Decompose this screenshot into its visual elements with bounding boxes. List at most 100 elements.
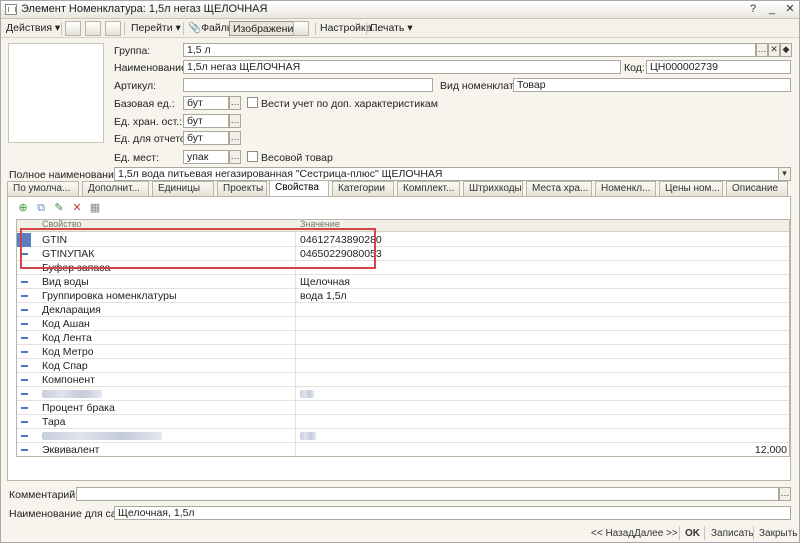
table-row[interactable]: Группировка номенклатуры вода 1,5л	[17, 289, 789, 303]
save-disk-icon[interactable]	[65, 21, 81, 36]
place-unit-field[interactable]: упак	[183, 150, 229, 164]
table-row[interactable]: Вид воды Щелочная	[17, 275, 789, 289]
tab-kits[interactable]: Комплект...	[397, 181, 460, 196]
window-title: Элемент Номенклатура: 1,5л негаз ЩЕЛОЧНА…	[21, 3, 268, 15]
actions-menu[interactable]: Действия ▾	[6, 21, 60, 36]
tab-units[interactable]: Единицы	[152, 181, 214, 196]
copy-row-icon[interactable]: ⧉	[34, 202, 48, 214]
site-name-field[interactable]: Щелочная, 1,5л	[114, 506, 791, 520]
table-row[interactable]	[17, 387, 789, 401]
value-cell[interactable]	[297, 415, 789, 429]
settings-grid-icon[interactable]: ▦	[88, 202, 102, 214]
tab-properties[interactable]: Свойства	[269, 180, 329, 196]
value-cell-redacted[interactable]	[297, 429, 789, 443]
delete-icon[interactable]: ✕	[70, 202, 84, 214]
group-field[interactable]: 1,5 л	[183, 43, 756, 57]
close-icon[interactable]: ✕	[783, 3, 797, 16]
window-icon	[5, 4, 17, 15]
toolbar-divider	[315, 22, 316, 35]
files-button[interactable]: 📎Файлы	[188, 21, 234, 36]
close-button[interactable]: Закрыть	[759, 528, 798, 539]
kind-field[interactable]: Товар	[513, 78, 791, 92]
storage-unit-select-button[interactable]: …	[229, 114, 241, 128]
tab-defaults[interactable]: По умолча...	[7, 181, 79, 196]
table-row[interactable]: Тара	[17, 415, 789, 429]
full-name-field[interactable]: 1,5л вода питьевая негазированная "Сестр…	[114, 167, 779, 181]
value-cell[interactable]: 12,000	[297, 443, 789, 456]
value-cell[interactable]: Щелочная	[297, 275, 789, 289]
storage-unit-field[interactable]: бут	[183, 114, 229, 128]
tab-categories[interactable]: Категории	[332, 181, 394, 196]
weight-checkbox[interactable]	[247, 151, 258, 162]
table-row[interactable]	[17, 429, 789, 443]
group-clear-icon[interactable]: ✕	[768, 43, 780, 57]
value-cell[interactable]	[297, 359, 789, 373]
table-row[interactable]: Процент брака	[17, 401, 789, 415]
toolbar-divider	[183, 22, 184, 35]
table-row[interactable]: Код Спар	[17, 359, 789, 373]
button-divider	[679, 526, 680, 540]
tab-additional[interactable]: Дополнит...	[82, 181, 149, 196]
help-icon[interactable]: ?	[746, 3, 760, 16]
table-row[interactable]: GTIN 04612743890280	[17, 233, 789, 247]
column-header-property: Свойство	[42, 219, 82, 229]
ok-button[interactable]: OK	[685, 528, 700, 539]
article-field[interactable]	[183, 78, 433, 92]
property-cell: Компонент	[34, 373, 296, 387]
base-unit-field[interactable]: бут	[183, 96, 229, 110]
comment-select-button[interactable]: …	[779, 487, 791, 501]
save-button[interactable]: Записать	[711, 528, 754, 539]
place-unit-select-button[interactable]: …	[229, 150, 241, 164]
base-unit-select-button[interactable]: …	[229, 96, 241, 110]
value-cell[interactable]: 04650229080053	[297, 247, 789, 261]
tab-storage-places[interactable]: Места хра...	[526, 181, 592, 196]
table-row[interactable]: GTINУПАК 04650229080053	[17, 247, 789, 261]
tab-projects[interactable]: Проекты	[217, 181, 267, 196]
table-row[interactable]: Код Лента	[17, 331, 789, 345]
value-cell[interactable]	[297, 345, 789, 359]
code-field[interactable]: ЦН000002739	[646, 60, 791, 74]
tab-prices[interactable]: Цены ном...	[659, 181, 723, 196]
value-cell[interactable]: 04612743890280	[297, 233, 789, 247]
value-cell-redacted[interactable]	[297, 387, 789, 401]
print-menu[interactable]: Печать ▾	[370, 21, 413, 36]
copy-icon[interactable]	[105, 21, 121, 36]
add-icon[interactable]: ⊕	[16, 202, 30, 214]
group-select-button[interactable]: …	[756, 43, 768, 57]
minimize-icon[interactable]: _	[765, 3, 779, 16]
edit-icon[interactable]: ✎	[52, 202, 66, 214]
tab-nomenclature[interactable]: Номенкл...	[595, 181, 656, 196]
table-row[interactable]: Компонент	[17, 373, 789, 387]
tab-description[interactable]: Описание	[726, 181, 788, 196]
property-cell: Группировка номенклатуры	[34, 289, 296, 303]
help-book-icon[interactable]	[293, 21, 309, 36]
table-row[interactable]: Декларация	[17, 303, 789, 317]
table-row[interactable]: Буфер запаса	[17, 261, 789, 275]
button-divider	[704, 526, 705, 540]
value-cell[interactable]	[297, 317, 789, 331]
table-row[interactable]: Код Метро	[17, 345, 789, 359]
back-button[interactable]: << Назад	[591, 528, 634, 539]
value-cell[interactable]	[297, 331, 789, 345]
row-marker	[21, 449, 28, 451]
view-icon[interactable]	[85, 21, 101, 36]
value-cell[interactable]: вода 1,5л	[297, 289, 789, 303]
report-unit-select-button[interactable]: …	[229, 131, 241, 145]
goto-menu[interactable]: Перейти ▾	[131, 21, 181, 36]
next-button[interactable]: Далее >>	[634, 528, 678, 539]
tab-barcodes[interactable]: Штрихкоды	[463, 181, 523, 196]
table-row[interactable]: Эквивалент 12,000	[17, 443, 789, 456]
property-cell: Код Спар	[34, 359, 296, 373]
value-cell[interactable]	[297, 261, 789, 275]
value-cell[interactable]	[297, 401, 789, 415]
comment-field[interactable]	[76, 487, 779, 501]
name-field[interactable]: 1,5л негаз ЩЕЛОЧНАЯ	[183, 60, 621, 74]
full-name-dropdown-icon[interactable]: ▾	[778, 167, 791, 181]
report-unit-field[interactable]: бут	[183, 131, 229, 145]
value-cell[interactable]	[297, 303, 789, 317]
group-open-icon[interactable]: ◆	[780, 43, 792, 57]
value-cell[interactable]	[297, 373, 789, 387]
extra-chars-checkbox[interactable]	[247, 97, 258, 108]
item-image[interactable]	[8, 43, 104, 143]
table-row[interactable]: Код Ашан	[17, 317, 789, 331]
